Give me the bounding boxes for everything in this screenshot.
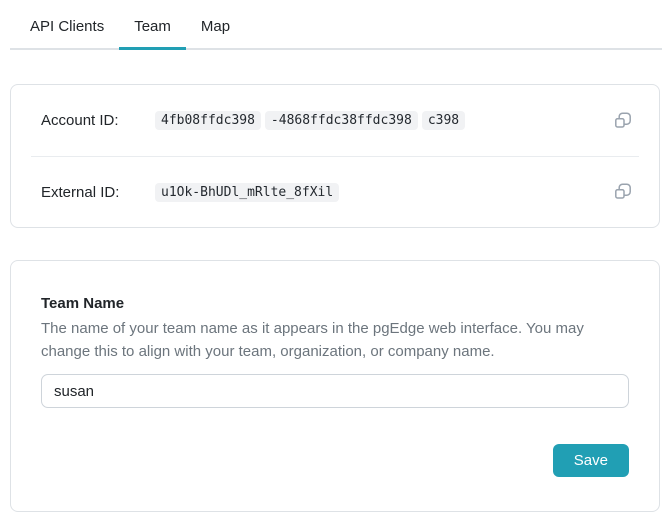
copy-account-id-button[interactable]: [610, 108, 636, 134]
tab-team[interactable]: Team: [119, 10, 186, 48]
tab-map[interactable]: Map: [186, 10, 245, 48]
account-id-row: Account ID: 4fb08ffdc398 -4868ffdc38ffdc…: [31, 85, 639, 156]
external-id-row: External ID: u1Ok-BhUDl_mRlte_8fXil: [31, 156, 639, 227]
account-id-label: Account ID:: [41, 112, 155, 129]
external-id-segment: u1Ok-BhUDl_mRlte_8fXil: [155, 183, 339, 202]
copy-icon: [614, 112, 632, 130]
tab-api-clients[interactable]: API Clients: [15, 10, 119, 48]
account-id-segment: -4868ffdc38ffdc398: [265, 111, 418, 130]
team-name-title: Team Name: [41, 295, 629, 312]
tab-bar: API Clients Team Map: [10, 10, 662, 50]
save-button[interactable]: Save: [553, 444, 629, 477]
account-ids-card: Account ID: 4fb08ffdc398 -4868ffdc38ffdc…: [10, 84, 660, 228]
copy-icon: [614, 183, 632, 201]
copy-external-id-button[interactable]: [610, 179, 636, 205]
account-id-value: 4fb08ffdc398 -4868ffdc38ffdc398 c398: [155, 111, 610, 130]
external-id-value: u1Ok-BhUDl_mRlte_8fXil: [155, 183, 610, 202]
team-name-description: The name of your team name as it appears…: [41, 318, 626, 363]
save-row: Save: [41, 444, 629, 477]
external-id-label: External ID:: [41, 184, 155, 201]
account-id-segment: 4fb08ffdc398: [155, 111, 261, 130]
account-id-segment: c398: [422, 111, 465, 130]
team-name-input[interactable]: [41, 374, 629, 408]
team-name-card: Team Name The name of your team name as …: [10, 260, 660, 512]
